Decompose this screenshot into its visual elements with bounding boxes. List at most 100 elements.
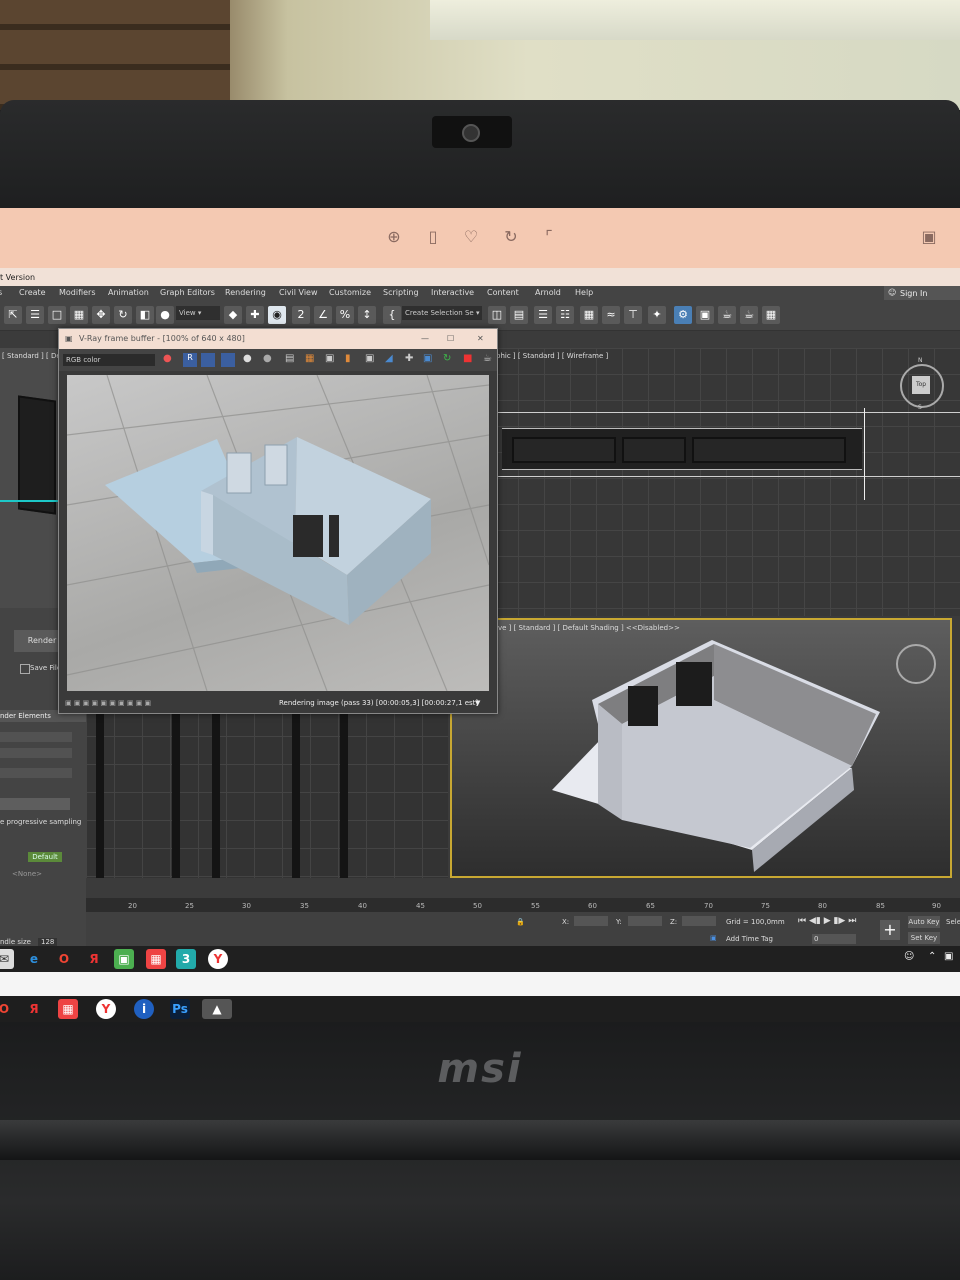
yandex-browser-icon[interactable]: Y [96, 999, 116, 1019]
menu-civil-view[interactable]: Civil View [279, 288, 318, 297]
layer-explorer-icon[interactable]: ☰ [534, 306, 552, 324]
current-frame-field[interactable]: 0 [812, 934, 856, 944]
region-render-icon[interactable]: ◢ [385, 353, 393, 364]
vfb-render-canvas[interactable] [67, 375, 489, 691]
photos-icon[interactable]: ▲ [202, 999, 232, 1019]
menu-interactive[interactable]: Interactive [431, 288, 474, 297]
menu-scripting[interactable]: Scripting [383, 288, 419, 297]
menu-item[interactable]: s [0, 288, 2, 297]
opera-icon[interactable]: O [0, 999, 14, 1019]
default-badge[interactable]: Default [28, 852, 62, 862]
x-coordinate-field[interactable] [574, 916, 608, 926]
viewport-perspective[interactable]: ive ] [ Standard ] [ Default Shading ] <… [450, 618, 952, 878]
menu-graph-editors[interactable]: Graph Editors [160, 288, 215, 297]
menu-content[interactable]: Content [487, 288, 519, 297]
scene-explorer-icon[interactable]: ☷ [556, 306, 574, 324]
render-setup-icon[interactable]: ⚙ [674, 306, 692, 324]
mono-icon[interactable]: ● [263, 353, 272, 364]
spinner-snap-icon[interactable]: ↕ [358, 306, 376, 324]
history-icon[interactable]: ▮ [345, 353, 351, 364]
set-key-button[interactable]: Set Key [908, 932, 940, 944]
yandex-browser-icon[interactable]: Y [208, 949, 228, 969]
select-by-name-icon[interactable]: ☰ [26, 306, 44, 324]
panel-row[interactable] [0, 798, 70, 810]
lock-icon[interactable]: 🔒 [516, 918, 525, 926]
save-file-checkbox[interactable] [20, 664, 30, 674]
angle-snap-icon[interactable]: ∠ [314, 306, 332, 324]
channel-dropdown[interactable]: RGB color [63, 354, 155, 366]
chevron-up-icon[interactable]: ⌃ [928, 951, 936, 962]
viewport-left-bottom[interactable] [86, 708, 448, 878]
curve-editor-icon[interactable]: ≈ [602, 306, 620, 324]
move-icon[interactable]: ✥ [92, 306, 110, 324]
ribbon-icon[interactable]: ▦ [580, 306, 598, 324]
ipr-icon[interactable]: ▣ [423, 353, 432, 364]
office-icon[interactable]: ▦ [146, 949, 166, 969]
render-cloud-icon[interactable]: ▦ [762, 306, 780, 324]
scale-icon[interactable]: ◧ [136, 306, 154, 324]
window-crossing-icon[interactable]: ▦ [70, 306, 88, 324]
edge-icon[interactable]: e [24, 949, 44, 969]
reference-coordinate-dropdown[interactable]: View ▾ [176, 306, 220, 320]
rendered-frame-window-icon[interactable]: ▣ [696, 306, 714, 324]
panel-row[interactable] [0, 768, 72, 778]
rgb-channel-icon[interactable]: ● [163, 353, 172, 364]
red-channel-icon[interactable]: R [183, 353, 197, 367]
viewcube-persp[interactable] [896, 644, 936, 684]
sign-in-button[interactable]: ☺ Sign In [884, 286, 960, 300]
y-coordinate-field[interactable] [628, 916, 662, 926]
edit-named-sets-icon[interactable]: { [383, 306, 401, 324]
network-icon[interactable]: ▣ [944, 951, 953, 962]
rotate-icon[interactable]: ↻ [500, 226, 522, 248]
percent-snap-icon[interactable]: % [336, 306, 354, 324]
vfb-title-bar[interactable]: ▣ V-Ray frame buffer - [100% of 640 x 48… [59, 329, 497, 349]
menu-customize[interactable]: Customize [329, 288, 371, 297]
rotate-tool-icon[interactable]: ↻ [114, 306, 132, 324]
menu-rendering[interactable]: Rendering [225, 288, 266, 297]
people-icon[interactable]: ☺ [904, 951, 914, 962]
close-icon[interactable]: ✕ [477, 329, 484, 349]
select-icon[interactable]: ⇱ [4, 306, 22, 324]
save-image-icon[interactable]: ▤ [285, 353, 294, 364]
align-icon[interactable]: ▤ [510, 306, 528, 324]
menu-modifiers[interactable]: Modifiers [59, 288, 96, 297]
yandex-icon[interactable]: Я [84, 949, 104, 969]
yandex-icon[interactable]: Я [24, 999, 44, 1019]
viewport-front-label[interactable]: phic ] [ Standard ] [ Wireframe ] [496, 352, 608, 360]
track-mouse-icon[interactable]: ▣ [365, 353, 374, 364]
menu-animation[interactable]: Animation [108, 288, 149, 297]
render-iterative-icon[interactable]: ☕ [740, 306, 758, 324]
menu-arnold[interactable]: Arnold [535, 288, 561, 297]
photoshop-icon[interactable]: Ps [170, 999, 190, 1019]
teapot-icon[interactable]: ☕ [483, 353, 492, 364]
alpha-icon[interactable]: ● [243, 353, 252, 364]
follow-mouse-icon[interactable]: ✚ [405, 353, 413, 364]
z-coordinate-field[interactable] [682, 916, 716, 926]
keyboard-shortcut-icon[interactable]: ◉ [268, 306, 286, 324]
time-tag-icon[interactable]: ▣ [710, 934, 717, 942]
blue-channel-icon[interactable] [221, 353, 235, 367]
bundle-size-value[interactable]: 128 [38, 938, 58, 946]
axis-constraint-icon[interactable]: ✚ [246, 306, 264, 324]
load-image-icon[interactable]: ▦ [305, 353, 314, 364]
3dsmax-icon[interactable]: 3 [176, 949, 196, 969]
mirror-icon[interactable]: ◫ [488, 306, 506, 324]
heart-icon[interactable]: ♡ [460, 226, 482, 248]
viewport-front[interactable]: phic ] [ Standard ] [ Wireframe ] Top N … [492, 348, 960, 616]
schematic-view-icon[interactable]: ⊤ [624, 306, 642, 324]
panel-row[interactable] [0, 748, 72, 758]
vfb-status-icons[interactable]: ▣ ▣ ▣ ▣ ▣ ▣ ▣ ▣ ▣ ▣ [65, 695, 151, 711]
render-production-icon[interactable]: ☕ [718, 306, 736, 324]
set-key-icon[interactable]: + [880, 920, 900, 940]
menu-help[interactable]: Help [575, 288, 593, 297]
trash-icon[interactable]: ▯ [422, 226, 444, 248]
crop-icon[interactable]: ⌜ [538, 226, 560, 248]
clear-image-icon[interactable]: ▣ [325, 353, 334, 364]
zoom-icon[interactable]: ⊕ [383, 226, 405, 248]
refresh-icon[interactable]: ↻ [443, 353, 451, 364]
material-editor-icon[interactable]: ✦ [648, 306, 666, 324]
placement-icon[interactable]: ● [156, 306, 174, 324]
minimize-icon[interactable]: — [421, 329, 429, 349]
maximize-icon[interactable]: ☐ [447, 329, 454, 349]
viewcube-face[interactable]: Top [912, 376, 930, 394]
